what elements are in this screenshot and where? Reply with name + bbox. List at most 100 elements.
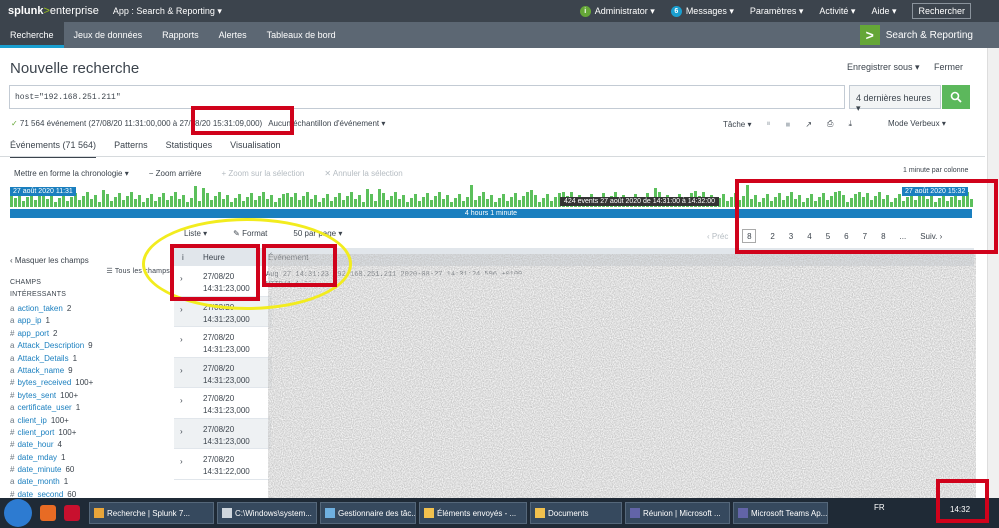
timeline-bar[interactable] [398,199,401,207]
nav-datasets[interactable]: Jeux de données [64,22,153,48]
timeline-bar[interactable] [366,189,369,207]
timeline-bar[interactable] [538,202,541,207]
field-item[interactable]: a app_ip 1 [10,316,170,328]
share-icon[interactable]: ↗ [805,120,812,129]
timeline-bar[interactable] [318,202,321,207]
timeline-bar[interactable] [262,192,265,207]
timeline-bar[interactable] [722,194,725,207]
field-item[interactable]: a certificate_user 1 [10,403,170,415]
timeline-bar[interactable] [530,190,533,207]
expand-chevron-icon[interactable]: › [180,457,183,466]
timeline-bar[interactable] [410,198,413,207]
timeline-bar[interactable] [86,192,89,207]
timeline-bar[interactable] [122,200,125,207]
search-icon[interactable] [942,85,970,109]
timeline-bar[interactable] [222,199,225,207]
timeline-bar[interactable] [406,202,409,207]
timeline-bar[interactable] [82,196,85,207]
settings-menu[interactable]: Paramètres ▾ [750,6,804,17]
field-item[interactable]: # client_port 100+ [10,428,170,440]
timeline-bar[interactable] [142,202,145,207]
timeline-bar[interactable] [362,202,365,207]
timeline-bar[interactable] [174,192,177,207]
timeline-bar[interactable] [422,197,425,207]
taskbar-window-button[interactable]: Réunion | Microsoft ... [625,502,730,524]
timeline-bar[interactable] [358,195,361,207]
admin-menu[interactable]: i Administrator ▾ [579,5,655,17]
timeline-bar[interactable] [506,201,509,207]
zoom-out-button[interactable]: − Zoom arrière [149,169,202,178]
timeline-bar[interactable] [206,193,209,207]
timeline-bar[interactable] [526,192,529,207]
job-menu[interactable]: Tâche ▾ [723,120,751,129]
nav-reports[interactable]: Rapports [152,22,209,48]
timeline-bar[interactable] [134,199,137,207]
timeline-bar[interactable] [290,197,293,207]
timeline-bar[interactable] [22,201,25,207]
timeline-bar[interactable] [226,195,229,207]
timeline-bar[interactable] [114,197,117,207]
zoom-selection-button[interactable]: + Zoom sur la sélection [221,169,304,178]
global-search-input[interactable]: Rechercher [912,3,971,19]
table-row[interactable]: › 27/08/20 14:31:23,000 [174,327,272,358]
print-icon[interactable]: ⎙ [827,119,833,129]
timeline-bar[interactable] [170,196,173,207]
messages-menu[interactable]: 6 Messages ▾ [670,5,734,17]
timeline-bar[interactable] [370,194,373,207]
taskbar-window-button[interactable]: Documents [530,502,622,524]
field-item[interactable]: # bytes_sent 100+ [10,391,170,403]
timeline-bar[interactable] [446,195,449,207]
firefox-icon[interactable] [40,505,56,521]
timeline-bar[interactable] [194,186,197,207]
timeline-bar[interactable] [166,200,169,207]
timeline-bar[interactable] [230,202,233,207]
language-indicator[interactable]: FR [874,503,885,512]
timeline-bar[interactable] [258,196,261,207]
timeline-bar[interactable] [374,201,377,207]
timeline-bar[interactable] [534,195,537,207]
field-item[interactable]: a Attack_Details 1 [10,354,170,366]
timeline-bar[interactable] [522,196,525,207]
timeline-bar[interactable] [478,196,481,207]
timeline-bar[interactable] [298,200,301,207]
app-menu[interactable]: App : Search & Reporting ▾ [113,6,222,17]
timeline-bar[interactable] [726,201,729,207]
timeline-bar[interactable] [70,197,73,207]
timeline-bar[interactable] [126,196,129,207]
stop-icon[interactable]: ■ [785,120,790,129]
save-as-button[interactable]: Enregistrer sous ▾ [847,62,920,73]
timeline-bar[interactable] [182,195,185,207]
timeline-bar[interactable] [354,199,357,207]
taskbar-window-button[interactable]: C:\Windows\system... [217,502,317,524]
timeline-bar[interactable] [326,194,329,207]
timeline-bar[interactable] [90,199,93,207]
timeline-bar[interactable] [286,193,289,207]
timeline-bar[interactable] [434,196,437,207]
start-button[interactable] [4,499,32,527]
timeline-bar[interactable] [466,197,469,207]
timeline-bar[interactable] [178,199,181,207]
timeline-bar[interactable] [94,195,97,207]
timeline-bar[interactable] [54,202,57,207]
timeline-bar[interactable] [110,201,113,207]
expand-chevron-icon[interactable]: › [180,427,183,436]
search-mode-menu[interactable]: Mode Verbeux ▾ [888,119,946,128]
timeline-bar[interactable] [58,198,61,207]
timeline-bar[interactable] [346,196,349,207]
timeline-bar[interactable] [66,201,69,207]
timeline-bar[interactable] [130,192,133,207]
activity-menu[interactable]: Activité ▾ [819,6,855,17]
opera-icon[interactable] [64,505,80,521]
timeline-bar[interactable] [418,201,421,207]
timeline-bar[interactable] [490,195,493,207]
timeline-bar[interactable] [234,198,237,207]
expand-chevron-icon[interactable]: › [180,396,183,405]
taskbar-window-button[interactable]: Recherche | Splunk 7... [89,502,214,524]
timeline-bar[interactable] [162,193,165,207]
timeline-bar[interactable] [102,190,105,207]
field-item[interactable]: # date_hour 4 [10,440,170,452]
taskbar-window-button[interactable]: Gestionnaire des tâc... [320,502,416,524]
export-icon[interactable]: ⤓ [848,119,852,129]
expand-chevron-icon[interactable]: › [180,305,183,314]
timeline-bar[interactable] [242,201,245,207]
